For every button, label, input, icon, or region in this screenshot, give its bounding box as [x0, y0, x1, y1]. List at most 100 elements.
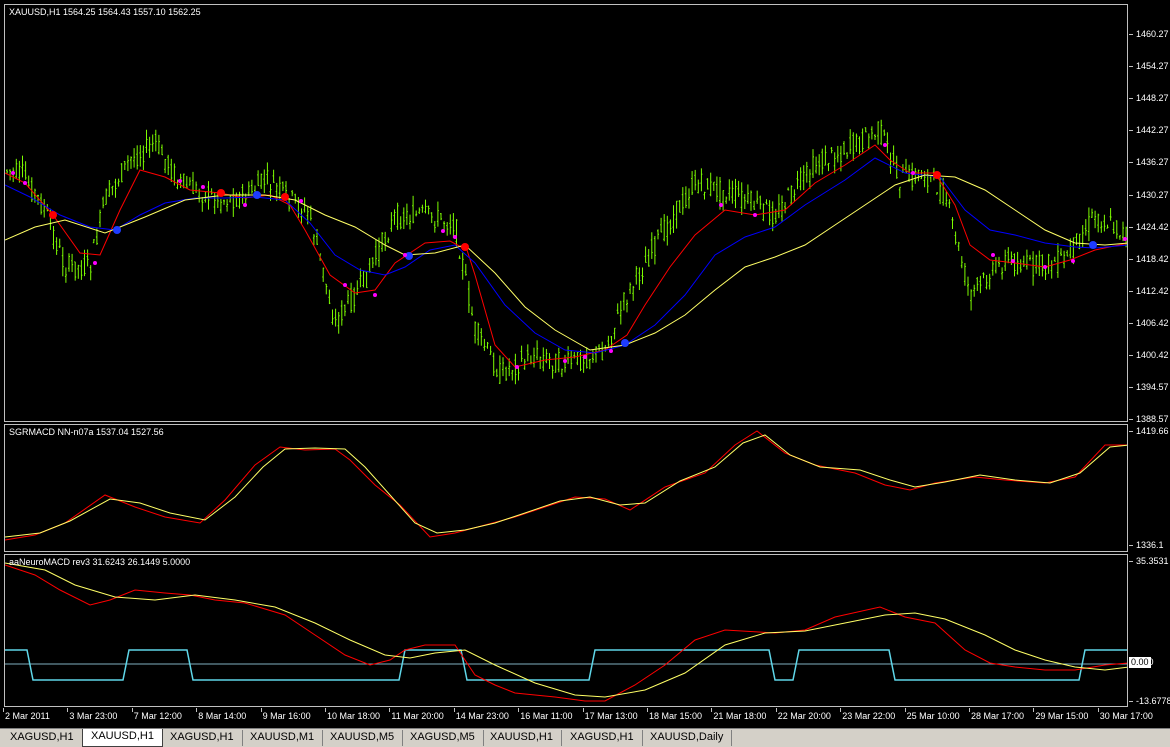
signal-dot-small: [515, 365, 519, 369]
time-axis-label: 25 Mar 10:00: [904, 708, 960, 721]
time-axis-label: 8 Mar 14:00: [196, 708, 247, 721]
signal-dot-small: [453, 235, 457, 239]
time-axis-label: 11 Mar 20:00: [389, 708, 444, 721]
neuromacd-yellow-line: [5, 562, 1127, 698]
price-scale-tick-label: 1448.27: [1136, 93, 1169, 104]
sgrmacd-scale[interactable]: 1419.66 1336.1: [1129, 424, 1170, 552]
blue-moving-average: [5, 157, 1127, 354]
time-axis-label: 18 Mar 15:00: [646, 708, 703, 721]
signal-dot-small: [911, 171, 915, 175]
chart-tab[interactable]: XAGUSD,M5: [402, 730, 484, 746]
price-scale-tick-label: 1442.27: [1136, 125, 1169, 136]
signal-dot-small: [883, 143, 887, 147]
signal-dot: [217, 189, 225, 197]
signal-dot: [621, 339, 629, 347]
time-axis-label: 9 Mar 16:00: [260, 708, 311, 721]
price-scale-tick-label: 1430.27: [1136, 189, 1169, 200]
signal-dot-small: [563, 359, 567, 363]
price-scale-tick-label: 1394.57: [1136, 382, 1169, 393]
price-chart-label: XAUUSD,H1 1564.25 1564.43 1557.10 1562.2…: [9, 7, 201, 17]
price-chart-pane[interactable]: XAUUSD,H1 1564.25 1564.43 1557.10 1562.2…: [4, 4, 1128, 422]
signal-dot-small: [1011, 259, 1015, 263]
price-scale-tick-label: 1400.42: [1136, 350, 1169, 360]
neuromacd-scale-tick-label: 35.3531: [1136, 556, 1169, 566]
price-scale-tick-label: 1454.27: [1136, 61, 1169, 72]
signal-dot: [933, 171, 941, 179]
price-scale-tick-label: 1388.57: [1136, 414, 1169, 425]
time-axis-label: 28 Mar 17:00: [968, 708, 1025, 721]
signal-dot-small: [719, 203, 723, 207]
sgrmacd-pane[interactable]: SGRMACD NN-n07a 1537.04 1527.56: [4, 424, 1128, 552]
price-scale[interactable]: 1460.27 1454.27 1448.27 1442.27 1436.27 1430.…: [1129, 4, 1170, 425]
signal-dot: [113, 226, 121, 234]
sgrmacd-scale-tick-label: 1336.1: [1136, 540, 1164, 550]
time-axis-label: 23 Mar 22:00: [840, 708, 896, 721]
neuromacd-scale[interactable]: 35.3531 0.00 -13.6778: [1129, 554, 1170, 707]
signal-dot: [1089, 241, 1097, 249]
price-scale-tick-label: 1412.42: [1136, 285, 1169, 296]
signal-dot-small: [583, 355, 587, 359]
chart-tab[interactable]: XAGUSD,H1: [562, 730, 643, 746]
signal-dot-small: [753, 213, 757, 217]
sgrmacd-scale-tick-label: 1419.66: [1136, 426, 1169, 436]
price-scale-tick-label: 1418.42: [1136, 253, 1169, 264]
chart-tab[interactable]: XAUUSD,H1: [82, 729, 163, 747]
signal-dot: [253, 191, 261, 199]
signal-dot-small: [441, 229, 445, 233]
chart-tab[interactable]: XAGUSD,H1: [2, 730, 83, 746]
price-scale-tick-label: 1424.42: [1136, 221, 1169, 232]
red-moving-average: [5, 144, 1127, 368]
time-axis-label: 10 Mar 18:00: [324, 708, 381, 721]
time-axis-label: 7 Mar 12:00: [131, 708, 182, 721]
signal-dot: [461, 243, 469, 251]
chart-tab[interactable]: XAUUSD,M5: [322, 730, 404, 746]
signal-dot-small: [178, 179, 182, 183]
price-scale-tick-label: 1406.42: [1136, 317, 1169, 328]
neuromacd-pane[interactable]: aaNeuroMACD rev3 31.6243 26.1449 5.0000: [4, 554, 1128, 707]
signal-dot-small: [201, 185, 205, 189]
signal-dot-small: [93, 261, 97, 265]
signal-dot-small: [299, 199, 303, 203]
neuromacd-svg: [5, 562, 1127, 702]
signal-dot-small: [1043, 265, 1047, 269]
signal-dot-small: [609, 349, 613, 353]
time-axis-label: 22 Mar 20:00: [775, 708, 831, 721]
time-axis-label: 16 Mar 11:00: [518, 708, 573, 721]
chart-tab[interactable]: XAUUSD,H1: [482, 730, 562, 746]
signal-dot: [281, 193, 289, 201]
neuromacd-label: aaNeuroMACD rev3 31.6243 26.1449 5.0000: [9, 557, 191, 567]
chart-tabs: XAGUSD,H1 XAUUSD,H1 XAGUSD,H1 XAUUSD,M1 XAUU…: [0, 728, 1170, 747]
chart-window[interactable]: XAUUSD,H1 1564.25 1564.43 1557.10 1562.2…: [0, 0, 1170, 728]
chart-tab[interactable]: XAUUSD,M1: [242, 730, 324, 746]
price-scale-tick-label: 1436.27: [1136, 157, 1169, 168]
neuromacd-signal-line: [5, 649, 1127, 681]
neuromacd-scale-tick-label: -13.6778: [1136, 696, 1170, 706]
signal-dot-small: [11, 171, 15, 175]
signal-dot-small: [23, 181, 27, 185]
time-axis-label: 30 Mar 17:00: [1097, 708, 1153, 721]
chart-tab[interactable]: XAUUSD,Daily: [642, 730, 733, 746]
time-axis-label: 14 Mar 23:00: [453, 708, 509, 721]
signal-dot-small: [1071, 259, 1075, 263]
signal-dot-small: [991, 253, 995, 257]
time-axis-label: 21 Mar 18:00: [711, 708, 767, 721]
chart-tab[interactable]: XAGUSD,H1: [162, 730, 243, 746]
sgrmacd-yellow-line: [5, 434, 1127, 538]
time-axis-label: 17 Mar 13:00: [582, 708, 638, 721]
price-chart-svg: [5, 119, 1127, 385]
sgrmacd-svg: [5, 430, 1127, 541]
signal-dot-small: [373, 293, 377, 297]
neuromacd-current-value: 0.00: [1129, 657, 1151, 668]
signal-dot-small: [403, 253, 407, 257]
time-axis[interactable]: 2 Mar 2011 3 Mar 23:00 7 Mar 12:00 8 Mar 14…: [3, 708, 1153, 726]
signal-dot: [49, 211, 57, 219]
price-scale-tick-label: 1460.27: [1136, 29, 1169, 39]
signal-dot-small: [1123, 237, 1127, 241]
sgrmacd-red-line: [5, 430, 1127, 541]
sgrmacd-label: SGRMACD NN-n07a 1537.04 1527.56: [9, 427, 164, 437]
signal-dot-small: [243, 203, 247, 207]
time-axis-label: 2 Mar 2011: [3, 708, 50, 721]
time-axis-label: 29 Mar 15:00: [1033, 708, 1089, 721]
time-axis-label: 3 Mar 23:00: [67, 708, 118, 721]
signal-dot-small: [343, 283, 347, 287]
